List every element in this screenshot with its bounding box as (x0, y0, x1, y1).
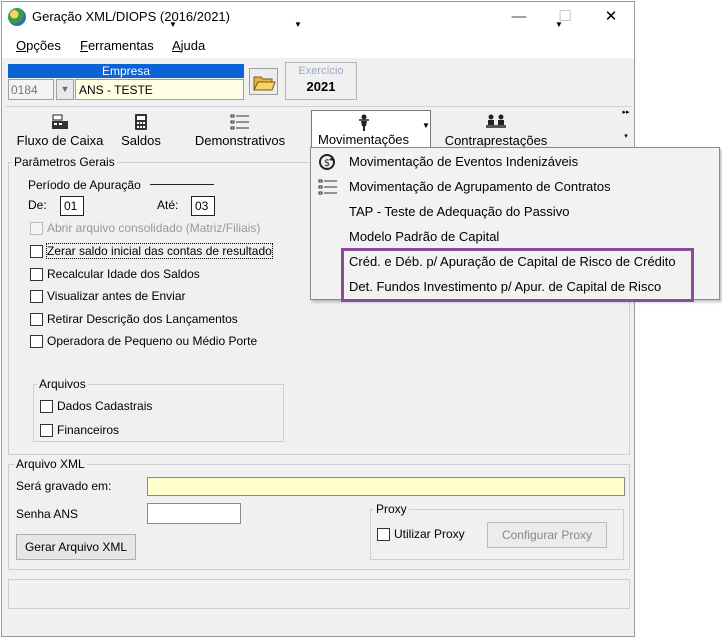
folder-icon (253, 76, 276, 91)
ate-label: Até: (157, 198, 179, 212)
checkbox-box (30, 221, 43, 235)
ate-field[interactable]: 03 (191, 196, 215, 216)
toolbar-movimentacoes[interactable]: Movimentações ▼ (311, 110, 431, 152)
menu-item-label: TAP - Teste de Adequação do Passivo (349, 204, 570, 219)
menu-ferramentas[interactable]: Ferramentas (80, 38, 154, 53)
recalcular-idade-checkbox[interactable]: Recalcular Idade dos Saldos (30, 265, 200, 283)
parametros-gerais-title: Parâmetros Gerais (12, 155, 117, 169)
checkbox-box (30, 334, 43, 348)
periodo-label: Período de Apuração (28, 178, 141, 192)
menu-item-agrupamento-contratos[interactable]: Movimentação de Agrupamento de Contratos (311, 174, 719, 199)
gravado-em-label: Será gravado em: (16, 479, 112, 493)
toolbar-label: Saldos (121, 133, 161, 148)
toolbar-contraprestacoes[interactable]: Contraprestações (440, 110, 552, 152)
checkbox-box (30, 312, 43, 326)
group-icon (486, 114, 506, 128)
gerar-arquivo-xml-button[interactable]: Gerar Arquivo XML (16, 534, 136, 560)
gravado-em-field[interactable] (147, 477, 625, 496)
empresa-name-field[interactable]: ANS - TESTE (75, 79, 244, 100)
close-button[interactable]: ✕ (588, 2, 634, 32)
toolbar-saldos[interactable]: Saldos (116, 110, 166, 152)
toolbar-label: Fluxo de Caixa (16, 133, 104, 148)
toolbar-fluxo-de-caixa[interactable]: Fluxo de Caixa (12, 110, 108, 152)
chevron-right-icon: ▸▸ (622, 109, 630, 116)
list-icon (318, 179, 337, 195)
senha-ans-label: Senha ANS (16, 507, 79, 521)
operadora-porte-checkbox[interactable]: Operadora de Pequeno ou Médio Porte (30, 332, 257, 350)
demonstrativos-dropdown-arrow-icon[interactable]: ▼ (294, 20, 302, 29)
app-globe-icon (8, 8, 26, 26)
menu-item-label: Modelo Padrão de Capital (349, 229, 500, 244)
toolbar-demonstrativos[interactable]: Demonstrativos (188, 110, 292, 152)
financeiros-checkbox[interactable]: Financeiros (40, 421, 119, 439)
periodo-divider (150, 184, 214, 185)
checkbox-box (30, 244, 43, 258)
exercicio-value: 2021 (306, 79, 336, 94)
empresa-code-field[interactable]: 0184 (8, 79, 54, 100)
movimentacoes-dropdown-arrow-icon: ▼ (422, 121, 430, 130)
senha-ans-field[interactable] (147, 503, 241, 524)
arquivo-xml-title: Arquivo XML (14, 457, 87, 471)
de-field[interactable]: 01 (60, 196, 84, 216)
visualizar-antes-checkbox[interactable]: Visualizar antes de Enviar (30, 287, 186, 305)
empresa-label: Empresa (8, 64, 244, 78)
person-up-icon (359, 114, 369, 131)
toolbar-scroll-chevrons[interactable]: ▸▸ ▾ (620, 108, 632, 152)
menu-item-tap[interactable]: TAP - Teste de Adequação do Passivo (311, 199, 719, 224)
title-bar: Geração XML/DIOPS (2016/2021) — ☐ ✕ (2, 2, 634, 32)
status-bar (8, 579, 630, 609)
menu-item-modelo-padrao-capital[interactable]: Modelo Padrão de Capital (311, 224, 719, 249)
down-arrow-icon: ▼ (60, 84, 70, 94)
list-icon (230, 114, 249, 130)
arquivos-title: Arquivos (37, 377, 88, 391)
chevron-down-icon: ▾ (624, 133, 628, 140)
menu-item-eventos-indenizaveis[interactable]: $ Movimentação de Eventos Indenizáveis (311, 149, 719, 174)
checkbox-box (30, 289, 43, 303)
dados-cadastrais-checkbox[interactable]: Dados Cadastrais (40, 397, 152, 415)
highlight-annotation-box (341, 248, 694, 302)
checkbox-box (40, 399, 53, 413)
toolbar-divider (6, 106, 632, 107)
toolbar-label: Demonstrativos (194, 133, 286, 148)
abrir-consolidado-checkbox[interactable]: Abrir arquivo consolidado (Matriz/Filiai… (30, 219, 260, 237)
open-folder-button[interactable] (249, 68, 278, 95)
empresa-dropdown-button[interactable]: ▼ (56, 79, 74, 100)
zerar-saldo-checkbox[interactable]: Zerar saldo inicial das contas de result… (30, 242, 273, 260)
maximize-button[interactable]: ☐ (542, 2, 588, 32)
checkbox-box (377, 527, 390, 541)
utilizar-proxy-checkbox[interactable]: Utilizar Proxy (377, 525, 465, 543)
svg-text:$: $ (324, 158, 330, 169)
checkbox-box (40, 423, 53, 437)
menu-item-label: Movimentação de Agrupamento de Contratos (349, 179, 611, 194)
saldos-dropdown-arrow-icon[interactable]: ▼ (169, 20, 177, 29)
main-window: Geração XML/DIOPS (2016/2021) — ☐ ✕ Opçõ… (1, 1, 635, 637)
cash-register-icon (52, 114, 68, 129)
retirar-descricao-checkbox[interactable]: Retirar Descrição dos Lançamentos (30, 310, 238, 328)
menu-ajuda[interactable]: Ajuda (172, 38, 205, 53)
proxy-title: Proxy (374, 502, 409, 516)
configurar-proxy-button[interactable]: Configurar Proxy (487, 522, 607, 548)
menu-bar: Opções Ferramentas Ajuda (2, 32, 634, 58)
minimize-button[interactable]: — (496, 2, 542, 32)
contraprestacoes-dropdown-arrow-icon[interactable]: ▼ (555, 20, 563, 29)
menu-item-label: Movimentação de Eventos Indenizáveis (349, 154, 579, 169)
de-label: De: (28, 198, 47, 212)
menu-opcoes[interactable]: Opções (16, 38, 61, 53)
window-title: Geração XML/DIOPS (2016/2021) (32, 9, 230, 24)
toolbar-label: Contraprestações (444, 133, 548, 148)
calculator-icon (135, 114, 147, 130)
exercicio-label: Exercício (298, 65, 344, 77)
checkbox-box (30, 267, 43, 281)
refresh-dollar-icon: $ (319, 154, 335, 170)
toolbar-label: Movimentações (318, 132, 410, 147)
exercicio-box: Exercício 2021 (285, 62, 357, 100)
